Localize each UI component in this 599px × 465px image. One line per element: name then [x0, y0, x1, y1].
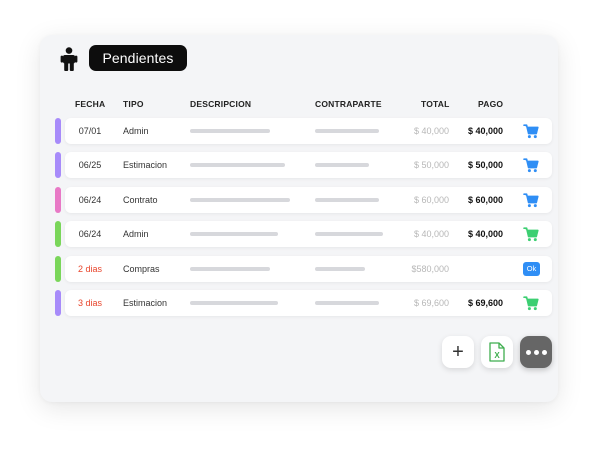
pendientes-card: Pendientes FECHA TIPO DESCRIPCION CONTRA… [40, 35, 558, 402]
status-stripe [55, 221, 61, 247]
counterpart-placeholder [315, 267, 365, 271]
table-row[interactable]: 06/24 Admin $ 40,000 $ 40,000 [55, 221, 552, 247]
column-header-tipo: TIPO [123, 99, 144, 109]
cell-total: $ 40,000 [413, 126, 449, 136]
cart-icon[interactable] [523, 226, 539, 242]
cell-tipo: Compras [123, 264, 160, 274]
cell-fecha: 2 dias [77, 264, 103, 274]
more-options-button[interactable] [520, 336, 552, 368]
cart-icon[interactable] [523, 157, 539, 173]
table-row[interactable]: 3 dias Estimacion $ 69,600 $ 69,600 [55, 290, 552, 316]
row-card: 06/24 Admin $ 40,000 $ 40,000 [65, 221, 552, 247]
cell-fecha: 06/25 [78, 160, 102, 170]
cell-total: $ 50,000 [413, 160, 449, 170]
cell-pago: $ 69,600 [467, 298, 503, 308]
cell-total: $580,000 [411, 264, 449, 274]
cell-fecha: 07/01 [78, 126, 102, 136]
cell-pago: $ 60,000 [467, 195, 503, 205]
cell-tipo: Estimacion [123, 160, 168, 170]
row-card: 3 dias Estimacion $ 69,600 $ 69,600 [65, 290, 552, 316]
counterpart-placeholder [315, 232, 383, 236]
add-button[interactable]: + [442, 336, 474, 368]
excel-icon: X [489, 342, 505, 362]
counterpart-placeholder [315, 301, 379, 305]
status-stripe [55, 256, 61, 282]
column-header-fecha: FECHA [75, 99, 106, 109]
cell-fecha: 06/24 [78, 229, 102, 239]
column-header-contraparte: CONTRAPARTE [315, 99, 382, 109]
cell-fecha: 3 dias [77, 298, 103, 308]
page-title: Pendientes [89, 45, 187, 71]
status-stripe [55, 290, 61, 316]
description-placeholder [190, 267, 270, 271]
ok-button[interactable]: Ok [523, 262, 540, 276]
table-row[interactable]: 07/01 Admin $ 40,000 $ 40,000 [55, 118, 552, 144]
cart-icon[interactable] [523, 123, 539, 139]
cell-total: $ 40,000 [413, 229, 449, 239]
status-stripe [55, 118, 61, 144]
table-row[interactable]: 2 dias Compras $580,000 Ok [55, 256, 552, 282]
row-card: 06/25 Estimacion $ 50,000 $ 50,000 [65, 152, 552, 178]
cell-total: $ 69,600 [413, 298, 449, 308]
status-stripe [55, 152, 61, 178]
cell-total: $ 60,000 [413, 195, 449, 205]
plus-icon: + [452, 341, 464, 363]
column-header-total: TOTAL [421, 99, 450, 109]
row-card: 06/24 Contrato $ 60,000 $ 60,000 [65, 187, 552, 213]
description-placeholder [190, 198, 290, 202]
counterpart-placeholder [315, 163, 369, 167]
counterpart-placeholder [315, 129, 379, 133]
cart-icon[interactable] [523, 295, 539, 311]
row-card: 07/01 Admin $ 40,000 $ 40,000 [65, 118, 552, 144]
cell-fecha: 06/24 [78, 195, 102, 205]
status-stripe [55, 187, 61, 213]
counterpart-placeholder [315, 198, 379, 202]
cell-tipo: Contrato [123, 195, 158, 205]
row-card: 2 dias Compras $580,000 Ok [65, 256, 552, 282]
description-placeholder [190, 232, 278, 236]
column-header-pago: PAGO [478, 99, 504, 109]
cell-pago: $ 40,000 [467, 229, 503, 239]
column-header-descripcion: DESCRIPCION [190, 99, 252, 109]
table-row[interactable]: 06/25 Estimacion $ 50,000 $ 50,000 [55, 152, 552, 178]
more-icon [525, 349, 547, 355]
export-excel-button[interactable]: X [481, 336, 513, 368]
cell-pago: $ 50,000 [467, 160, 503, 170]
description-placeholder [190, 163, 285, 167]
description-placeholder [190, 301, 278, 305]
table-row[interactable]: 06/24 Contrato $ 60,000 $ 60,000 [55, 187, 552, 213]
cell-tipo: Admin [123, 126, 149, 136]
person-icon [60, 47, 78, 71]
cell-tipo: Admin [123, 229, 149, 239]
description-placeholder [190, 129, 270, 133]
cart-icon[interactable] [523, 192, 539, 208]
cell-tipo: Estimacion [123, 298, 168, 308]
excel-letter: X [494, 351, 500, 360]
cell-pago: $ 40,000 [467, 126, 503, 136]
